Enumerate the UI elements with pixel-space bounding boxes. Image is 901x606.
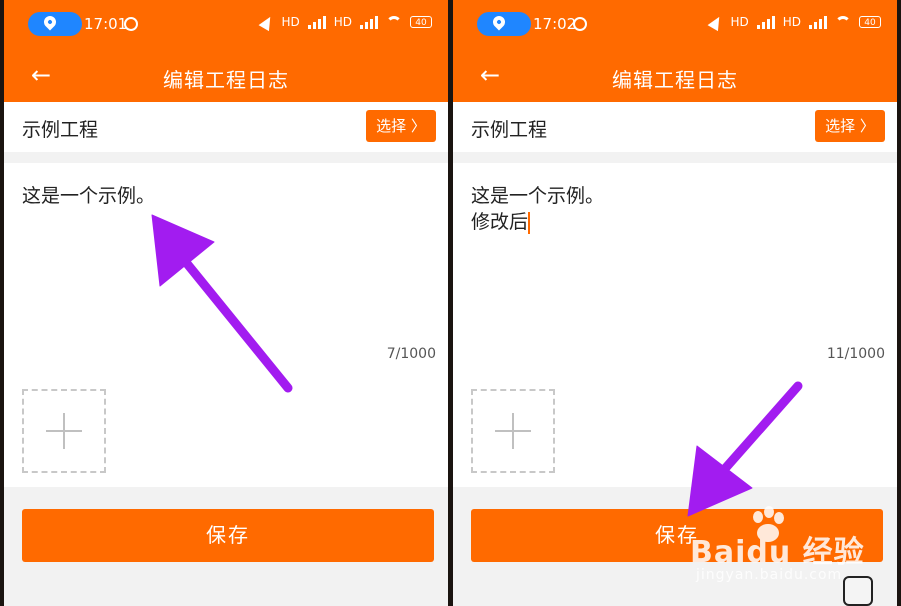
log-content-field[interactable]: 这是一个示例。 修改后: [471, 183, 604, 235]
text-caret: [528, 211, 531, 234]
alarm-icon: [573, 17, 587, 31]
signal-icon: [756, 15, 775, 29]
log-content-text: 这是一个示例。 修改后: [471, 185, 605, 233]
wifi-icon: [386, 16, 402, 28]
app-bar: ← 编辑工程日志: [4, 50, 448, 102]
page-title: 编辑工程日志: [612, 68, 738, 92]
signal-icon: [307, 15, 326, 29]
project-row: 示例工程 选择 〉: [4, 102, 448, 152]
location-arrow-icon: [259, 13, 276, 31]
system-icons: HD HD 40: [259, 13, 432, 31]
status-time: 17:01: [84, 15, 128, 33]
wifi-icon: [835, 16, 851, 28]
project-name: 示例工程: [471, 119, 548, 141]
hd-label: HD: [281, 15, 300, 29]
choose-project-button[interactable]: 选择 〉: [815, 110, 885, 142]
battery-icon: 40: [410, 16, 432, 28]
signal-icon: [360, 15, 378, 29]
hd-label: HD: [333, 15, 352, 29]
system-icons: HD HD 40: [708, 13, 881, 31]
battery-icon: 40: [859, 16, 881, 28]
project-name: 示例工程: [22, 119, 99, 141]
char-counter: 11/1000: [826, 346, 885, 362]
add-photo-button[interactable]: [471, 389, 555, 473]
char-counter: 7/1000: [386, 346, 436, 362]
status-bar: 17:01 HD HD 40: [4, 0, 448, 50]
alarm-icon: [124, 17, 138, 31]
watermark-url: jingyan.baidu.com: [696, 567, 843, 583]
hd-label: HD: [782, 15, 801, 29]
location-pill: [477, 12, 531, 36]
location-pin-icon: [41, 13, 59, 31]
location-arrow-icon: [708, 13, 725, 31]
hd-label: HD: [730, 15, 749, 29]
log-editor[interactable]: 这是一个示例。 7/1000: [4, 163, 448, 487]
status-time: 17:02: [533, 15, 577, 33]
save-button[interactable]: 保存: [22, 509, 434, 562]
log-editor[interactable]: 这是一个示例。 修改后 11/1000: [453, 163, 897, 487]
page-title: 编辑工程日志: [163, 68, 289, 92]
location-pin-icon: [490, 13, 508, 31]
choose-project-button[interactable]: 选择 〉: [366, 110, 436, 142]
phone-screen-left: 17:01 HD HD 40 ← 编辑工程日志 示例工程 选择 〉 这是一个示例…: [4, 0, 448, 606]
status-bar: 17:02 HD HD 40: [453, 0, 897, 50]
add-photo-button[interactable]: [22, 389, 106, 473]
log-content-field[interactable]: 这是一个示例。: [22, 183, 155, 209]
location-pill: [28, 12, 82, 36]
project-row: 示例工程 选择 〉: [453, 102, 897, 152]
watermark-brand: Baidu 经验: [690, 535, 865, 570]
signal-icon: [809, 15, 827, 29]
app-bar: ← 编辑工程日志: [453, 50, 897, 102]
mascot-icon: [843, 576, 873, 606]
